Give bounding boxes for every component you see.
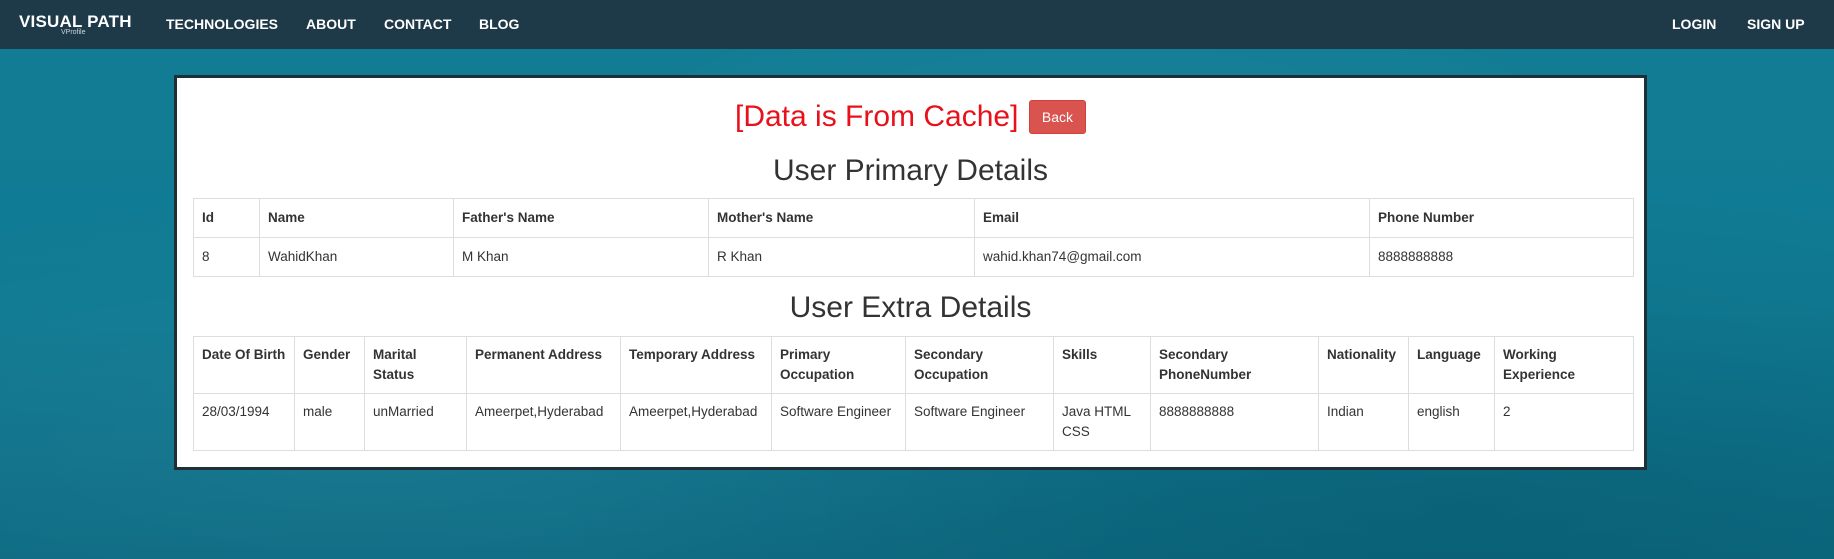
header-name: Name [259, 198, 454, 238]
cell-primary-occupation: Software Engineer [771, 393, 906, 451]
header-skills: Skills [1053, 336, 1151, 394]
header-gender: Gender [294, 336, 365, 394]
brand-logo[interactable]: VISUAL PATH VProfile [19, 12, 132, 36]
header-secondary-phone: Secondary PhoneNumber [1150, 336, 1319, 394]
back-button[interactable]: Back [1028, 100, 1086, 134]
cell-skills: Java HTML CSS [1053, 393, 1151, 451]
header-fathers-name: Father's Name [453, 198, 709, 238]
header-marital-status: Marital Status [364, 336, 467, 394]
top-navbar: VISUAL PATH VProfile TECHNOLOGIES ABOUT … [0, 0, 1834, 49]
cell-dob: 28/03/1994 [193, 393, 295, 451]
cell-name: WahidKhan [259, 237, 454, 277]
extra-details-title: User Extra Details [789, 291, 1032, 324]
header-primary-occupation: Primary Occupation [771, 336, 906, 394]
header-nationality: Nationality [1318, 336, 1409, 394]
cell-id: 8 [193, 237, 260, 277]
header-language: Language [1408, 336, 1495, 394]
header-permanent-address: Permanent Address [466, 336, 621, 394]
table-header-row: Date Of Birth Gender Marital Status Perm… [193, 336, 1634, 394]
cell-email: wahid.khan74@gmail.com [974, 237, 1370, 277]
details-card: [Data is From Cache] Back User Primary D… [174, 75, 1647, 470]
extra-details-table: Date Of Birth Gender Marital Status Perm… [193, 336, 1634, 451]
header-temporary-address: Temporary Address [620, 336, 772, 394]
cell-fathers-name: M Khan [453, 237, 709, 277]
nav-login[interactable]: LOGIN [1672, 16, 1716, 32]
cache-notice-row: [Data is From Cache] Back [177, 100, 1644, 134]
cell-permanent-address: Ameerpet,Hyderabad [466, 393, 621, 451]
header-working-experience: Working Experience [1494, 336, 1634, 394]
cell-language: english [1408, 393, 1495, 451]
nav-contact[interactable]: CONTACT [384, 16, 451, 32]
nav-blog[interactable]: BLOG [479, 16, 519, 32]
nav-about[interactable]: ABOUT [306, 16, 356, 32]
cell-nationality: Indian [1318, 393, 1409, 451]
cell-secondary-occupation: Software Engineer [905, 393, 1054, 451]
cell-temporary-address: Ameerpet,Hyderabad [620, 393, 772, 451]
header-mothers-name: Mother's Name [708, 198, 975, 238]
nav-technologies[interactable]: TECHNOLOGIES [166, 16, 278, 32]
header-id: Id [193, 198, 260, 238]
header-dob: Date Of Birth [193, 336, 295, 394]
brand-subtitle: VProfile [61, 29, 86, 36]
primary-details-table: Id Name Father's Name Mother's Name Emai… [193, 198, 1634, 277]
cell-marital-status: unMarried [364, 393, 467, 451]
cell-secondary-phone: 8888888888 [1150, 393, 1319, 451]
primary-details-title: User Primary Details [772, 154, 1049, 187]
table-row: 8 WahidKhan M Khan R Khan wahid.khan74@g… [193, 237, 1634, 277]
cell-mothers-name: R Khan [708, 237, 975, 277]
cell-working-experience: 2 [1494, 393, 1634, 451]
cell-phone: 8888888888 [1369, 237, 1634, 277]
table-header-row: Id Name Father's Name Mother's Name Emai… [193, 198, 1634, 238]
header-email: Email [974, 198, 1370, 238]
cell-gender: male [294, 393, 365, 451]
cache-notice: [Data is From Cache] [735, 100, 1019, 133]
header-phone: Phone Number [1369, 198, 1634, 238]
nav-signup[interactable]: SIGN UP [1747, 16, 1805, 32]
header-secondary-occupation: Secondary Occupation [905, 336, 1054, 394]
table-row: 28/03/1994 male unMarried Ameerpet,Hyder… [193, 393, 1634, 451]
